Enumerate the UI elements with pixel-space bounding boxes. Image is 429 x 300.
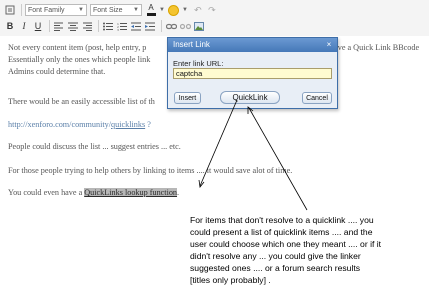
annotation-note: For items that don't resolve to a quickl… xyxy=(190,214,426,286)
arrow-to-selection xyxy=(198,99,238,188)
annotation-line: could present a list of quicklink items … xyxy=(190,227,373,237)
annotation-line: For items that don't resolve to a quickl… xyxy=(190,215,374,225)
arrow-to-quicklink-button xyxy=(247,106,308,211)
annotation-line: [titles only probably] . xyxy=(190,275,271,285)
annotation-line: didn't resolve any ... you could give th… xyxy=(190,251,361,261)
annotation-line: suggested ones .... or a forum search re… xyxy=(190,263,361,273)
annotation-line: user could choose which one they meant .… xyxy=(190,239,382,249)
